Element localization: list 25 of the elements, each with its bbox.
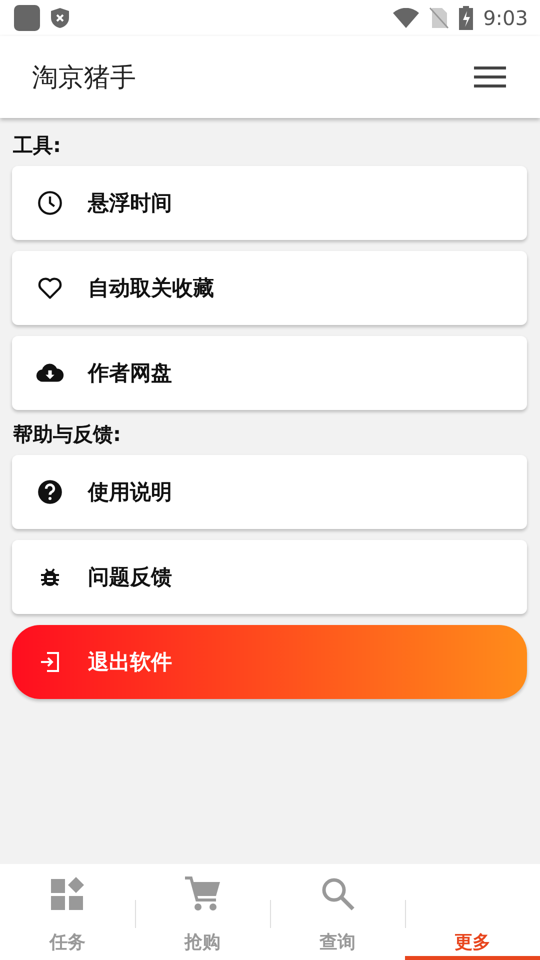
shield-icon	[50, 7, 70, 29]
exit-button[interactable]: 退出软件	[12, 625, 527, 699]
menu-item[interactable]: 悬浮时间	[12, 166, 527, 240]
app-title: 淘京猪手	[32, 62, 137, 94]
nav-tab[interactable]: 更多	[405, 864, 540, 960]
search-icon	[320, 877, 354, 911]
clock-icon	[37, 190, 63, 216]
menu-icon[interactable]	[474, 66, 506, 88]
heart-icon	[37, 276, 63, 300]
wifi-icon	[393, 8, 420, 28]
menu-item[interactable]: 使用说明	[12, 455, 527, 529]
menu-item[interactable]: 自动取关收藏	[12, 251, 527, 325]
app-notification-icon	[14, 5, 40, 31]
section-title: 工具:	[13, 132, 62, 158]
exit-icon	[38, 650, 62, 674]
battery-charging-icon	[459, 6, 474, 30]
section-title: 帮助与反馈:	[13, 421, 122, 447]
menu-item[interactable]: 作者网盘	[12, 336, 527, 410]
cart-icon	[184, 875, 222, 913]
help-icon	[37, 479, 63, 505]
menu-item[interactable]: 问题反馈	[12, 540, 527, 614]
status-time: 9:03	[483, 6, 528, 30]
cloud-download-icon	[36, 362, 64, 384]
grid-icon	[50, 876, 86, 912]
no-sim-icon	[429, 7, 450, 29]
